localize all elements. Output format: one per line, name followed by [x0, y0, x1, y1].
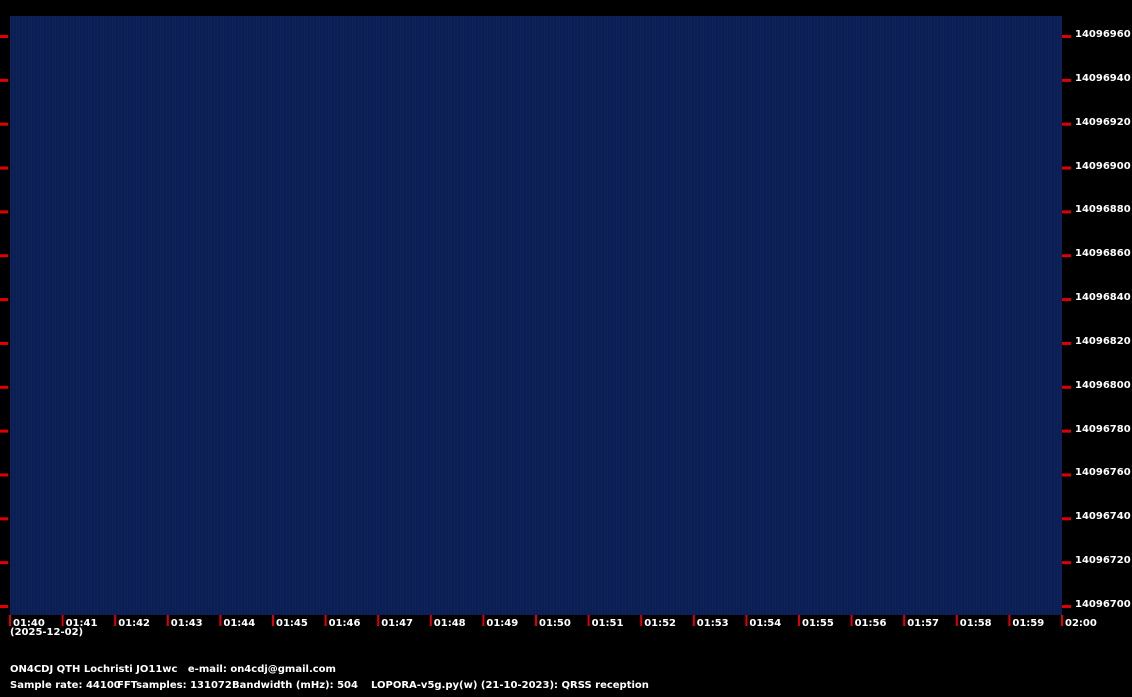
- x-tick: [324, 615, 327, 626]
- x-tick-label: 01:45: [276, 618, 308, 629]
- y-tick-right: [1062, 341, 1071, 345]
- x-tick-label: 01:47: [381, 618, 414, 629]
- x-tick: [745, 615, 748, 626]
- x-tick-label: 01:49: [486, 618, 519, 629]
- software-info: LOPORA-v5g.py(w) (21-10-2023): QRSS rece…: [371, 680, 649, 691]
- y-tick-left: [0, 35, 8, 38]
- y-tick-right: [1062, 166, 1071, 170]
- x-tick: [640, 615, 643, 626]
- x-tick: [903, 615, 906, 626]
- y-tick-left: [0, 341, 8, 345]
- x-tick: [535, 615, 537, 626]
- y-tick-left: [0, 122, 8, 126]
- y-tick-label: 14096960: [1075, 29, 1131, 40]
- y-tick-right: [1062, 429, 1071, 433]
- y-tick-label: 14096740: [1075, 511, 1131, 523]
- fft-samples: FFTsamples: 131072: [117, 680, 232, 691]
- x-tick-label: 01:54: [749, 618, 782, 629]
- y-tick-left: [0, 473, 8, 477]
- y-tick-left: [0, 605, 8, 608]
- station-info: ON4CDJ QTH Lochristi JO11wc e-mail: on4c…: [10, 664, 336, 675]
- y-tick-right: [1062, 385, 1071, 389]
- y-tick-right: [1062, 210, 1071, 214]
- y-tick-right: [1062, 122, 1071, 126]
- x-tick-label: 01:58: [959, 618, 992, 629]
- x-tick-label: 01:56: [854, 618, 887, 629]
- y-tick-label: 14096920: [1075, 116, 1131, 128]
- y-tick-right: [1062, 605, 1071, 608]
- x-tick: [272, 615, 274, 626]
- y-tick-left: [0, 298, 8, 302]
- y-tick-label: 14096940: [1075, 72, 1131, 84]
- y-tick-left: [0, 385, 8, 389]
- y-tick-label: 14096780: [1075, 423, 1131, 435]
- x-tick: [482, 615, 485, 626]
- y-tick-left: [0, 210, 8, 214]
- y-tick-right: [1062, 254, 1071, 258]
- x-tick: [219, 615, 222, 626]
- y-tick-label: 14096900: [1075, 160, 1131, 172]
- x-tick-label: 01:43: [170, 618, 203, 629]
- x-tick-label: 01:48: [433, 618, 466, 629]
- x-tick-label: 01:55: [802, 618, 834, 629]
- y-tick-label: 14096840: [1075, 292, 1131, 304]
- x-tick-label: 01:52: [644, 618, 677, 629]
- x-tick: [1061, 615, 1063, 626]
- x-tick: [114, 615, 117, 626]
- y-tick-label: 14096760: [1075, 467, 1131, 479]
- x-tick: [429, 615, 432, 626]
- y-tick-right: [1062, 473, 1071, 477]
- y-tick-right: [1062, 35, 1071, 38]
- x-tick: [955, 615, 958, 626]
- y-tick-right: [1062, 517, 1071, 521]
- y-tick-left: [0, 166, 8, 170]
- tick-marks: [0, 35, 1071, 626]
- x-tick-label: 01:50: [539, 618, 571, 629]
- x-tick: [1008, 615, 1011, 626]
- date-label: (2025-12-02): [10, 627, 84, 638]
- y-tick-right: [1062, 298, 1071, 302]
- x-tick-label: 01:44: [223, 618, 256, 629]
- x-tick: [798, 615, 800, 626]
- x-tick-label: 01:57: [907, 618, 940, 629]
- x-tick-label: 01:51: [591, 618, 624, 629]
- x-tick: [850, 615, 853, 626]
- x-tick-label: 01:59: [1012, 618, 1045, 629]
- x-tick: [692, 615, 695, 626]
- x-tick: [9, 615, 11, 626]
- y-tick-left: [0, 254, 8, 258]
- y-tick-label: 14096880: [1075, 204, 1131, 216]
- x-tick-label: 01:42: [118, 618, 151, 629]
- x-tick-label: 01:53: [696, 618, 729, 629]
- y-tick-label: 14096720: [1075, 555, 1131, 567]
- bandwidth: Bandwidth (mHz): 504: [232, 680, 358, 691]
- y-tick-label: 14096860: [1075, 248, 1131, 260]
- y-tick-left: [0, 517, 8, 521]
- y-tick-label: 14096820: [1075, 335, 1131, 347]
- y-tick-left: [0, 561, 8, 565]
- x-tick: [61, 615, 64, 626]
- y-tick-label: 14096700: [1075, 599, 1131, 610]
- y-tick-left: [0, 429, 8, 433]
- x-tick: [377, 615, 380, 626]
- x-tick: [587, 615, 590, 626]
- sample-rate: Sample rate: 44100: [10, 680, 121, 691]
- y-tick-left: [0, 78, 8, 82]
- x-tick: [166, 615, 169, 626]
- y-tick-right: [1062, 561, 1071, 565]
- x-tick-label: 01:46: [328, 618, 361, 629]
- y-tick-label: 14096800: [1075, 379, 1131, 391]
- x-tick-label: 02:00: [1065, 618, 1097, 629]
- y-tick-right: [1062, 78, 1071, 82]
